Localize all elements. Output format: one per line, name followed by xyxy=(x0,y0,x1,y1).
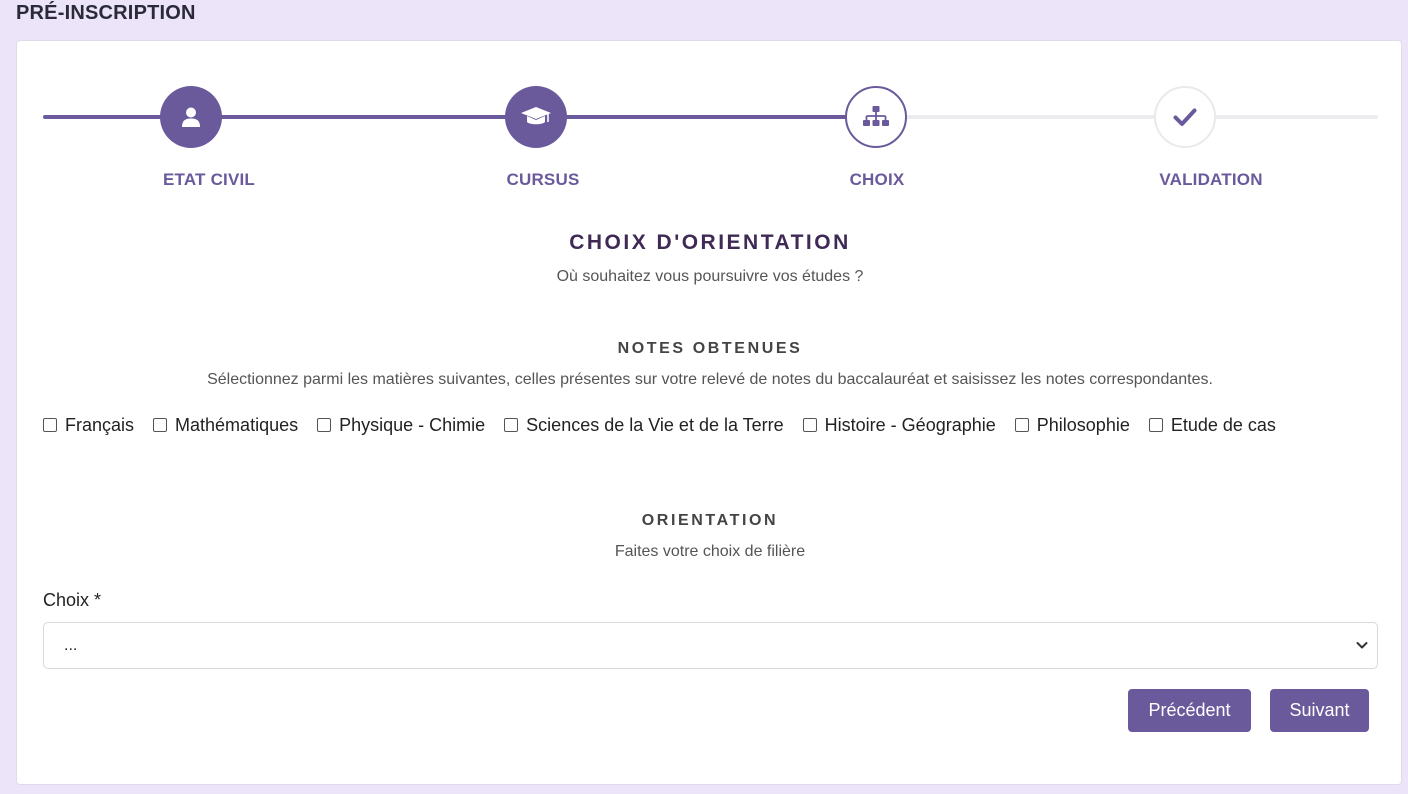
choix-select[interactable]: ... xyxy=(43,622,1378,669)
checkbox-label: Français xyxy=(65,414,135,435)
checkbox-label: Etude de cas xyxy=(1170,414,1276,435)
checkbox-box[interactable] xyxy=(43,418,57,432)
orientation-description: Faites votre choix de filière xyxy=(614,543,806,560)
step-validation[interactable] xyxy=(1154,86,1216,148)
next-button[interactable]: Suivant xyxy=(1270,689,1369,732)
checkbox-histoire-geographie[interactable]: Histoire - Géographie xyxy=(802,414,996,435)
step-label-etat-civil: ETAT CIVIL xyxy=(162,170,256,189)
checkbox-svt[interactable]: Sciences de la Vie et de la Terre xyxy=(504,415,784,435)
user-icon xyxy=(182,107,200,127)
sitemap-icon xyxy=(863,106,889,126)
chevron-down-icon xyxy=(1356,642,1368,649)
checkbox-label: Philosophie xyxy=(1036,414,1130,435)
checkbox-mathematiques[interactable]: Mathématiques xyxy=(153,415,298,435)
checkbox-francais[interactable]: Français xyxy=(43,415,134,435)
step-label-cursus: CURSUS xyxy=(506,170,580,189)
section-subtitle: Où souhaitez vous poursuivre vos études … xyxy=(556,268,864,285)
stepper: ETAT CIVIL CURSUS CHOIX VALIDATION xyxy=(17,41,1403,241)
subjects-checkbox-group: Français Mathématiques Physique - Chimie… xyxy=(43,415,1383,435)
checkbox-box[interactable] xyxy=(153,418,168,432)
section-title-orientation-choice: CHOIX D'ORIENTATION xyxy=(569,231,851,254)
checkbox-label: Histoire - Géographie xyxy=(824,414,996,435)
choix-label: Choix * xyxy=(43,590,102,610)
checkbox-box[interactable] xyxy=(317,418,332,432)
checkbox-box[interactable] xyxy=(1014,418,1029,432)
page-title: PRÉ-INSCRIPTION xyxy=(16,2,196,24)
step-label-choix: CHOIX xyxy=(849,170,905,189)
checkbox-box[interactable] xyxy=(504,418,519,432)
notes-description: Sélectionnez parmi les matières suivante… xyxy=(207,371,1213,388)
notes-title: NOTES OBTENUES xyxy=(617,340,803,357)
checkbox-label: Mathématiques xyxy=(175,414,299,435)
previous-button[interactable]: Précédent xyxy=(1128,689,1251,732)
form-card: ETAT CIVIL CURSUS CHOIX VALIDATION CHOIX… xyxy=(16,40,1402,785)
orientation-title: ORIENTATION xyxy=(641,512,779,529)
checkbox-etude-de-cas[interactable]: Etude de cas xyxy=(1148,414,1276,435)
step-label-validation: VALIDATION xyxy=(1159,170,1263,189)
check-icon xyxy=(1173,108,1197,126)
checkbox-physique-chimie[interactable]: Physique - Chimie xyxy=(317,415,485,435)
step-cursus[interactable] xyxy=(505,86,567,148)
graduation-cap-icon xyxy=(521,107,551,125)
checkbox-box[interactable] xyxy=(802,418,817,432)
checkbox-box[interactable] xyxy=(1148,418,1163,432)
step-choix[interactable] xyxy=(845,86,907,148)
checkbox-label: Physique - Chimie xyxy=(339,414,486,435)
step-etat-civil[interactable] xyxy=(160,86,222,148)
checkbox-label: Sciences de la Vie et de la Terre xyxy=(526,414,784,435)
choix-select-value: ... xyxy=(64,636,78,654)
checkbox-philosophie[interactable]: Philosophie xyxy=(1014,414,1130,435)
